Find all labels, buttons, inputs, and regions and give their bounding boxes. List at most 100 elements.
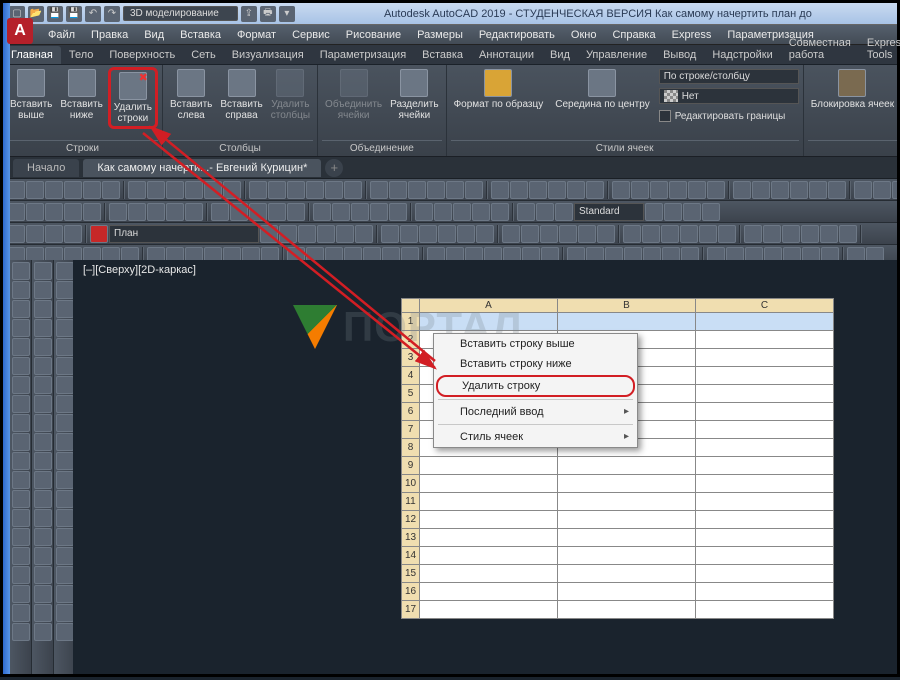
insert-col-right-button[interactable]: Вставитьсправа <box>217 67 265 123</box>
cell[interactable] <box>558 511 696 529</box>
tool-button[interactable] <box>166 203 184 221</box>
tool-button[interactable] <box>669 181 687 199</box>
cell[interactable] <box>558 583 696 601</box>
tool-button[interactable] <box>680 225 698 243</box>
tool-button[interactable] <box>45 203 63 221</box>
style-dropdown[interactable]: Standard <box>574 203 644 221</box>
menu-file[interactable]: Файл <box>41 27 82 43</box>
tool-button[interactable] <box>465 181 483 199</box>
ribbon-tab-view[interactable]: Вид <box>542 46 578 64</box>
cell[interactable] <box>420 547 558 565</box>
fill-dropdown[interactable]: Нет <box>659 88 799 104</box>
side-tool[interactable] <box>56 262 74 280</box>
menu-dims[interactable]: Размеры <box>410 27 470 43</box>
side-tool[interactable] <box>12 566 30 584</box>
tool-button[interactable] <box>702 203 720 221</box>
tool-button[interactable] <box>540 225 558 243</box>
tool-button[interactable] <box>491 203 509 221</box>
cell[interactable] <box>696 565 834 583</box>
tool-button[interactable] <box>64 203 82 221</box>
side-tool[interactable] <box>12 338 30 356</box>
row-header[interactable]: 12 <box>402 511 420 529</box>
tool-button[interactable] <box>102 181 120 199</box>
cell[interactable] <box>696 385 834 403</box>
cell[interactable] <box>696 529 834 547</box>
cell[interactable] <box>558 475 696 493</box>
tool-button[interactable] <box>567 181 585 199</box>
side-tool[interactable] <box>34 471 52 489</box>
tool-button[interactable] <box>718 225 736 243</box>
tool-button[interactable] <box>521 225 539 243</box>
row-header[interactable]: 11 <box>402 493 420 511</box>
cell[interactable] <box>696 493 834 511</box>
tool-button[interactable] <box>427 181 445 199</box>
side-tool[interactable] <box>12 433 30 451</box>
tool-button[interactable] <box>185 203 203 221</box>
menu-modify[interactable]: Редактировать <box>472 27 562 43</box>
tool-button[interactable] <box>472 203 490 221</box>
menu-edit[interactable]: Правка <box>84 27 135 43</box>
table-row[interactable]: 9 <box>402 457 834 475</box>
side-tool[interactable] <box>34 300 52 318</box>
tool-button[interactable] <box>211 203 229 221</box>
qat-more-icon[interactable]: ▾ <box>279 6 295 22</box>
ribbon-tab-output[interactable]: Вывод <box>655 46 704 64</box>
side-tool[interactable] <box>34 338 52 356</box>
row-header[interactable]: 15 <box>402 565 420 583</box>
side-tool[interactable] <box>34 281 52 299</box>
tool-button[interactable] <box>438 225 456 243</box>
side-tool[interactable] <box>56 509 74 527</box>
ctx-last-input[interactable]: Последний ввод▸ <box>434 402 637 422</box>
side-tool[interactable] <box>12 281 30 299</box>
side-tool[interactable] <box>56 547 74 565</box>
tool-button[interactable] <box>389 203 407 221</box>
tool-button[interactable] <box>854 181 872 199</box>
tool-button[interactable] <box>790 181 808 199</box>
side-tool[interactable] <box>12 452 30 470</box>
side-tool[interactable] <box>12 585 30 603</box>
cell[interactable] <box>696 601 834 619</box>
tool-button[interactable] <box>892 181 897 199</box>
tool-button[interactable] <box>491 181 509 199</box>
layer-color-swatch[interactable] <box>90 225 108 243</box>
menu-help[interactable]: Справка <box>605 27 662 43</box>
tool-button[interactable] <box>45 225 63 243</box>
tool-button[interactable] <box>325 181 343 199</box>
tool-button[interactable] <box>287 181 305 199</box>
tool-button[interactable] <box>536 203 554 221</box>
tool-button[interactable] <box>260 225 278 243</box>
ribbon-tab-home[interactable]: Главная <box>3 46 61 64</box>
file-tab-doc[interactable]: Как самому начерти...- Евгений Курицин* <box>83 159 321 177</box>
tool-button[interactable] <box>298 225 316 243</box>
tool-button[interactable] <box>317 225 335 243</box>
table-row[interactable]: 13 <box>402 529 834 547</box>
menu-express[interactable]: Express <box>665 27 719 43</box>
tool-button[interactable] <box>128 203 146 221</box>
side-tool[interactable] <box>34 509 52 527</box>
qat-share-icon[interactable]: ⇪ <box>241 6 257 22</box>
tool-button[interactable] <box>415 203 433 221</box>
side-tool[interactable] <box>12 528 30 546</box>
side-tool[interactable] <box>34 585 52 603</box>
tool-button[interactable] <box>688 181 706 199</box>
cell[interactable] <box>558 601 696 619</box>
tool-button[interactable] <box>707 181 725 199</box>
tool-button[interactable] <box>839 225 857 243</box>
menu-insert[interactable]: Вставка <box>173 27 228 43</box>
cell[interactable] <box>696 457 834 475</box>
side-tool[interactable] <box>56 281 74 299</box>
cell[interactable] <box>696 583 834 601</box>
tool-button[interactable] <box>771 181 789 199</box>
tool-button[interactable] <box>446 181 464 199</box>
ribbon-tab-collab[interactable]: Совместная работа <box>781 34 859 64</box>
side-tool[interactable] <box>34 547 52 565</box>
side-tool[interactable] <box>12 300 30 318</box>
cell[interactable] <box>696 403 834 421</box>
tool-button[interactable] <box>476 225 494 243</box>
menu-view[interactable]: Вид <box>137 27 171 43</box>
table-row[interactable]: 15 <box>402 565 834 583</box>
cell[interactable] <box>696 349 834 367</box>
side-tool[interactable] <box>12 471 30 489</box>
row-header[interactable]: 3 <box>402 349 420 367</box>
split-cells-button[interactable]: Разделитьячейки <box>387 67 441 123</box>
